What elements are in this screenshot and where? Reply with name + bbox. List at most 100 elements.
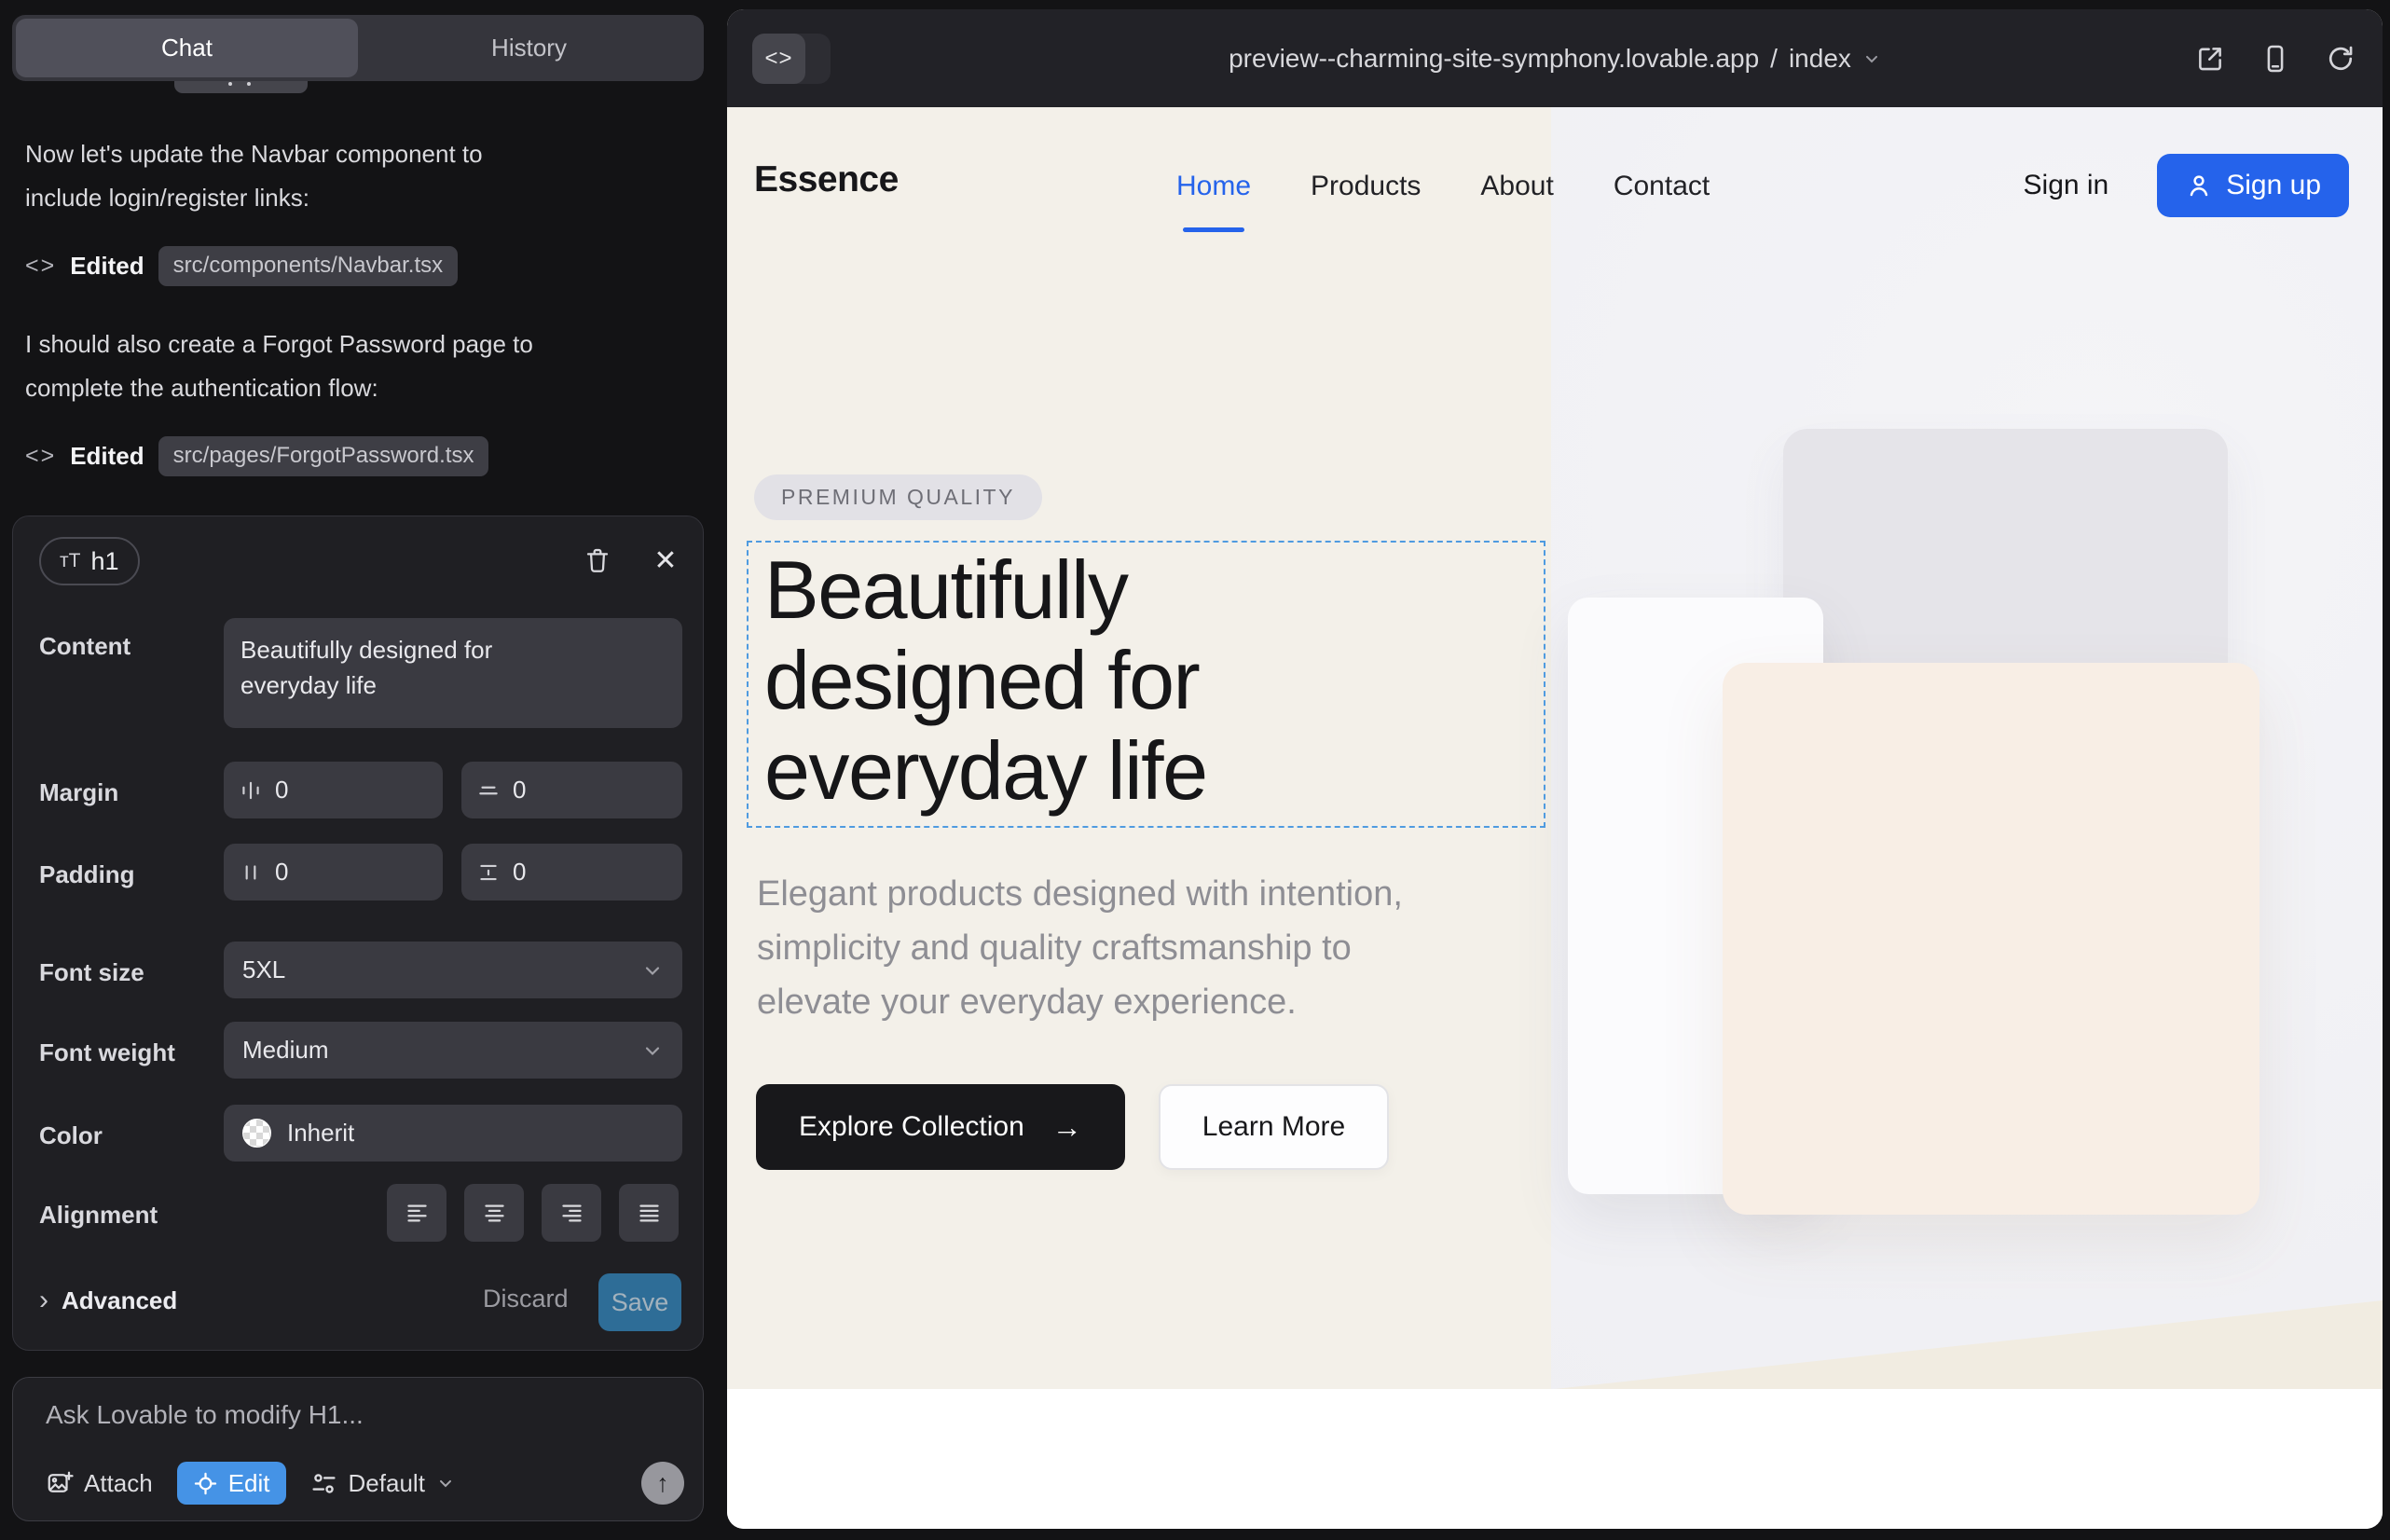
- chat-history-tabbar: Chat History: [12, 15, 704, 81]
- color-swatch-icon: [242, 1119, 271, 1148]
- code-icon: <>: [25, 253, 56, 280]
- nav-link-products[interactable]: Products: [1311, 171, 1421, 232]
- tag-name: h1: [90, 547, 118, 576]
- default-label: Default: [349, 1469, 425, 1498]
- margin-label: Margin: [39, 778, 118, 807]
- color-label: Color: [39, 1121, 103, 1150]
- composer-toolbar: Attach Edit Default: [46, 1461, 684, 1506]
- content-textarea[interactable]: Beautifully designed for everyday life: [224, 618, 682, 728]
- align-justify-button[interactable]: [619, 1184, 679, 1242]
- advanced-label: Advanced: [62, 1286, 177, 1315]
- chevron-right-icon: ›: [39, 1285, 48, 1316]
- open-in-new-tab-button[interactable]: [2194, 43, 2226, 75]
- trash-icon: [583, 545, 612, 575]
- site-logo[interactable]: Essence: [754, 159, 899, 200]
- hero-paragraph: Elegant products designed with intention…: [757, 867, 1403, 1029]
- mobile-view-button[interactable]: [2260, 43, 2291, 75]
- chat-composer: Attach Edit Default: [12, 1377, 704, 1521]
- color-select[interactable]: Inherit: [224, 1105, 682, 1162]
- margin-horizontal-icon: [239, 778, 263, 803]
- lovable-app-window: Chat History Now let's update the Navbar…: [0, 0, 2390, 1540]
- tab-chat[interactable]: Chat: [16, 19, 358, 77]
- content-field: Beautifully designed for everyday life: [224, 618, 682, 728]
- sign-up-button[interactable]: Sign up: [2157, 154, 2349, 217]
- composer-input[interactable]: [46, 1400, 661, 1430]
- hero-badge: PREMIUM QUALITY: [754, 474, 1042, 520]
- preview-browser-frame: <> preview--charming-site-symphony.lovab…: [727, 9, 2383, 1529]
- site-nav: Home Products About Contact: [1176, 171, 1710, 232]
- refresh-icon: [2325, 43, 2356, 75]
- padding-x-input[interactable]: [275, 858, 387, 887]
- align-center-icon: [482, 1201, 507, 1226]
- selection-outline: Beautifully designed for everyday life: [747, 541, 1545, 828]
- padding-x-field: [224, 844, 443, 901]
- url-separator: /: [1770, 44, 1778, 74]
- crosshair-icon: [193, 1471, 218, 1496]
- tab-history[interactable]: History: [358, 19, 700, 77]
- align-right-button[interactable]: [542, 1184, 601, 1242]
- edit-mode-button[interactable]: Edit: [177, 1462, 286, 1505]
- save-button[interactable]: Save: [598, 1273, 681, 1331]
- edited-label: Edited: [70, 442, 144, 471]
- alignment-label: Alignment: [39, 1201, 158, 1230]
- align-left-button[interactable]: [387, 1184, 446, 1242]
- sign-in-button[interactable]: Sign in: [2024, 170, 2109, 201]
- align-right-icon: [559, 1201, 584, 1226]
- browser-toolbar: <> preview--charming-site-symphony.lovab…: [727, 9, 2383, 107]
- padding-vertical-icon: [476, 860, 501, 885]
- preview-url: preview--charming-site-symphony.lovable.…: [1229, 44, 1759, 74]
- padding-label: Padding: [39, 860, 135, 889]
- element-editor-panel: тT h1 ✕ Content Beautifully designed for…: [12, 516, 704, 1351]
- discard-button[interactable]: Discard: [483, 1285, 569, 1313]
- delete-element-button[interactable]: [577, 539, 618, 582]
- chevron-down-icon: [436, 1474, 455, 1492]
- margin-x-field: [224, 762, 443, 818]
- nav-link-home[interactable]: Home: [1176, 171, 1251, 232]
- chat-sidebar: Chat History Now let's update the Navbar…: [0, 0, 727, 1540]
- align-center-button[interactable]: [464, 1184, 524, 1242]
- file-chip[interactable]: src/components/Navbar.tsx: [158, 246, 458, 286]
- close-panel-button[interactable]: ✕: [645, 539, 686, 582]
- edited-label: Edited: [70, 252, 144, 281]
- external-link-icon: [2194, 43, 2226, 75]
- nav-link-contact[interactable]: Contact: [1614, 171, 1710, 232]
- font-weight-select[interactable]: Medium: [224, 1022, 682, 1079]
- margin-y-field: [461, 762, 682, 818]
- file-chip[interactable]: src/pages/ForgotPassword.tsx: [158, 436, 489, 476]
- nav-link-about[interactable]: About: [1480, 171, 1553, 232]
- user-icon: [2185, 172, 2213, 199]
- mobile-device-icon: [2260, 43, 2291, 75]
- sign-up-label: Sign up: [2226, 170, 2321, 201]
- explore-label: Explore Collection: [799, 1111, 1024, 1143]
- font-size-select[interactable]: 5XL: [224, 942, 682, 998]
- font-weight-value: Medium: [242, 1036, 328, 1065]
- model-default-button[interactable]: Default: [310, 1469, 455, 1498]
- assistant-message: I should also create a Forgot Password p…: [25, 323, 687, 410]
- url-bar[interactable]: preview--charming-site-symphony.lovable.…: [727, 9, 2383, 107]
- margin-vertical-icon: [476, 778, 501, 803]
- attach-button[interactable]: Attach: [46, 1469, 153, 1498]
- align-left-icon: [405, 1201, 430, 1226]
- url-page: index: [1789, 44, 1851, 74]
- color-value: Inherit: [287, 1119, 354, 1148]
- chevron-down-icon: [641, 959, 664, 982]
- edited-file-row: <> Edited src/pages/ForgotPassword.tsx: [25, 435, 488, 476]
- send-button[interactable]: ↑: [641, 1462, 684, 1505]
- hero-cta-row: Explore Collection → Learn More: [756, 1084, 1389, 1170]
- explore-collection-button[interactable]: Explore Collection →: [756, 1084, 1125, 1170]
- edit-label: Edit: [228, 1469, 270, 1498]
- padding-horizontal-icon: [239, 860, 263, 885]
- font-weight-label: Font weight: [39, 1038, 175, 1067]
- padding-y-input[interactable]: [513, 858, 625, 887]
- hero-heading[interactable]: Beautifully designed for everyday life: [764, 544, 1207, 816]
- preview-site: Essence Home Products About Contact Sign…: [727, 107, 2383, 1529]
- browser-actions: [2194, 9, 2356, 107]
- refresh-button[interactable]: [2325, 43, 2356, 75]
- margin-y-input[interactable]: [513, 776, 625, 804]
- margin-x-input[interactable]: [275, 776, 387, 804]
- font-size-label: Font size: [39, 958, 144, 987]
- code-icon: <>: [25, 443, 56, 470]
- advanced-toggle[interactable]: › Advanced: [39, 1285, 177, 1316]
- sliders-icon: [310, 1470, 337, 1497]
- learn-more-button[interactable]: Learn More: [1159, 1084, 1389, 1170]
